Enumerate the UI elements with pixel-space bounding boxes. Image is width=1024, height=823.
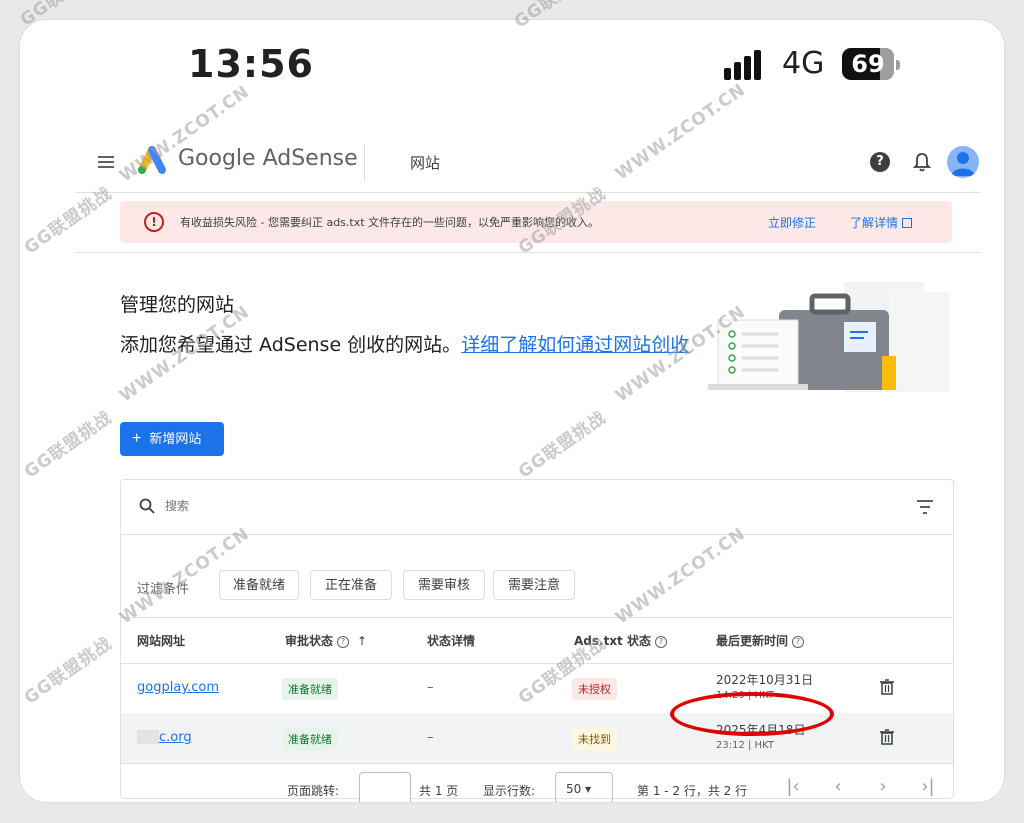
site-link[interactable]: c.org [159,730,192,745]
rows-per-page-value: 50 [566,782,582,796]
help-icon[interactable]: ? [870,152,890,172]
rows-per-page-label: 显示行数: [483,784,536,798]
learn-more-link[interactable]: 了解详情 [850,214,913,231]
battery-level: 69 [851,50,885,78]
plus-icon: + [132,430,142,447]
section-heading: 管理您的网站 [120,294,235,316]
signal-icon [724,50,768,80]
menu-icon[interactable] [98,156,114,168]
network-type: 4G [782,46,825,81]
filter-chip-preparing[interactable]: 正在准备 [310,570,392,600]
approval-header-label: 审批状态 [285,634,334,648]
page-title: 网站 [410,154,441,172]
column-header-updated: 最后更新时间? [716,632,805,649]
ads-txt-status-badge: 未找到 [572,728,617,750]
ads-txt-status-badge: 未授权 [572,678,617,700]
previous-page-icon[interactable]: ‹ [827,776,849,798]
site-link[interactable]: gogplay.com [137,680,219,695]
search-input[interactable] [165,496,665,516]
last-page-icon[interactable]: ›| [917,776,939,798]
help-icon[interactable]: ? [792,635,805,648]
status-time: 13:56 [188,42,314,86]
brand-name: Google AdSense [178,146,358,171]
alert-icon: ! [144,212,164,232]
row-range: 第 1 - 2 行，共 2 行 [637,784,748,798]
external-link-icon [902,218,913,228]
delete-icon[interactable] [880,679,894,695]
add-site-label: 新增网站 [149,431,202,446]
filter-chip-ready[interactable]: 准备就绪 [219,570,299,600]
learn-monetize-link[interactable]: 详细了解如何通过网站创收 [461,334,689,356]
search-icon [139,498,155,514]
page-jump-label: 页面跳转: [287,784,340,798]
status-details: – [427,730,434,745]
approval-status-badge: 准备就绪 [282,728,338,750]
account-avatar[interactable] [947,146,979,178]
annotation-circle [670,692,834,736]
approval-status-badge: 准备就绪 [282,678,338,700]
page-jump-input[interactable] [359,772,411,802]
add-site-button[interactable]: + 新增网站 [120,422,224,456]
first-page-icon[interactable]: |‹ [782,776,804,798]
last-updated-date: 2022年10月31日 [716,673,814,687]
fix-now-link[interactable]: 立即修正 [768,214,816,231]
learn-more-label: 了解详情 [850,216,899,230]
filter-chip-needs-review[interactable]: 需要审核 [403,570,485,600]
notification-bell-icon[interactable] [912,151,932,173]
next-page-icon[interactable]: › [872,776,894,798]
divider [121,663,953,664]
last-updated-time: 23:12 | HKT [716,740,774,751]
divider [121,763,953,764]
column-header-details: 状态详情 [427,634,476,648]
header-divider [364,144,365,182]
filter-list-icon[interactable] [917,500,933,514]
rows-per-page-select[interactable]: 50 ▾ [555,772,613,802]
redacted-domain-mask [137,730,159,744]
dropdown-arrow-icon: ▾ [585,782,592,796]
status-details: – [427,680,434,695]
filter-chip-needs-attention[interactable]: 需要注意 [493,570,575,600]
updated-header-label: 最后更新时间 [716,634,789,648]
battery-icon: 69 [842,48,894,80]
battery-tip [896,60,900,70]
help-icon[interactable]: ? [654,635,667,648]
header-divider-line [76,192,980,193]
sort-arrow-up-icon: ↑ [357,634,368,648]
sites-table-card: 过滤条件 准备就绪 正在准备 需要审核 需要注意 网站网址 审批状态?↑ 状态详… [120,479,954,802]
delete-icon[interactable] [880,729,894,745]
column-header-approval[interactable]: 审批状态? ↑ [285,632,367,649]
help-icon[interactable]: ? [337,635,350,648]
briefcase-illustration [708,282,949,392]
total-pages: 共 1 页 [419,784,459,798]
column-header-site: 网站网址 [137,634,186,648]
divider [121,617,953,618]
